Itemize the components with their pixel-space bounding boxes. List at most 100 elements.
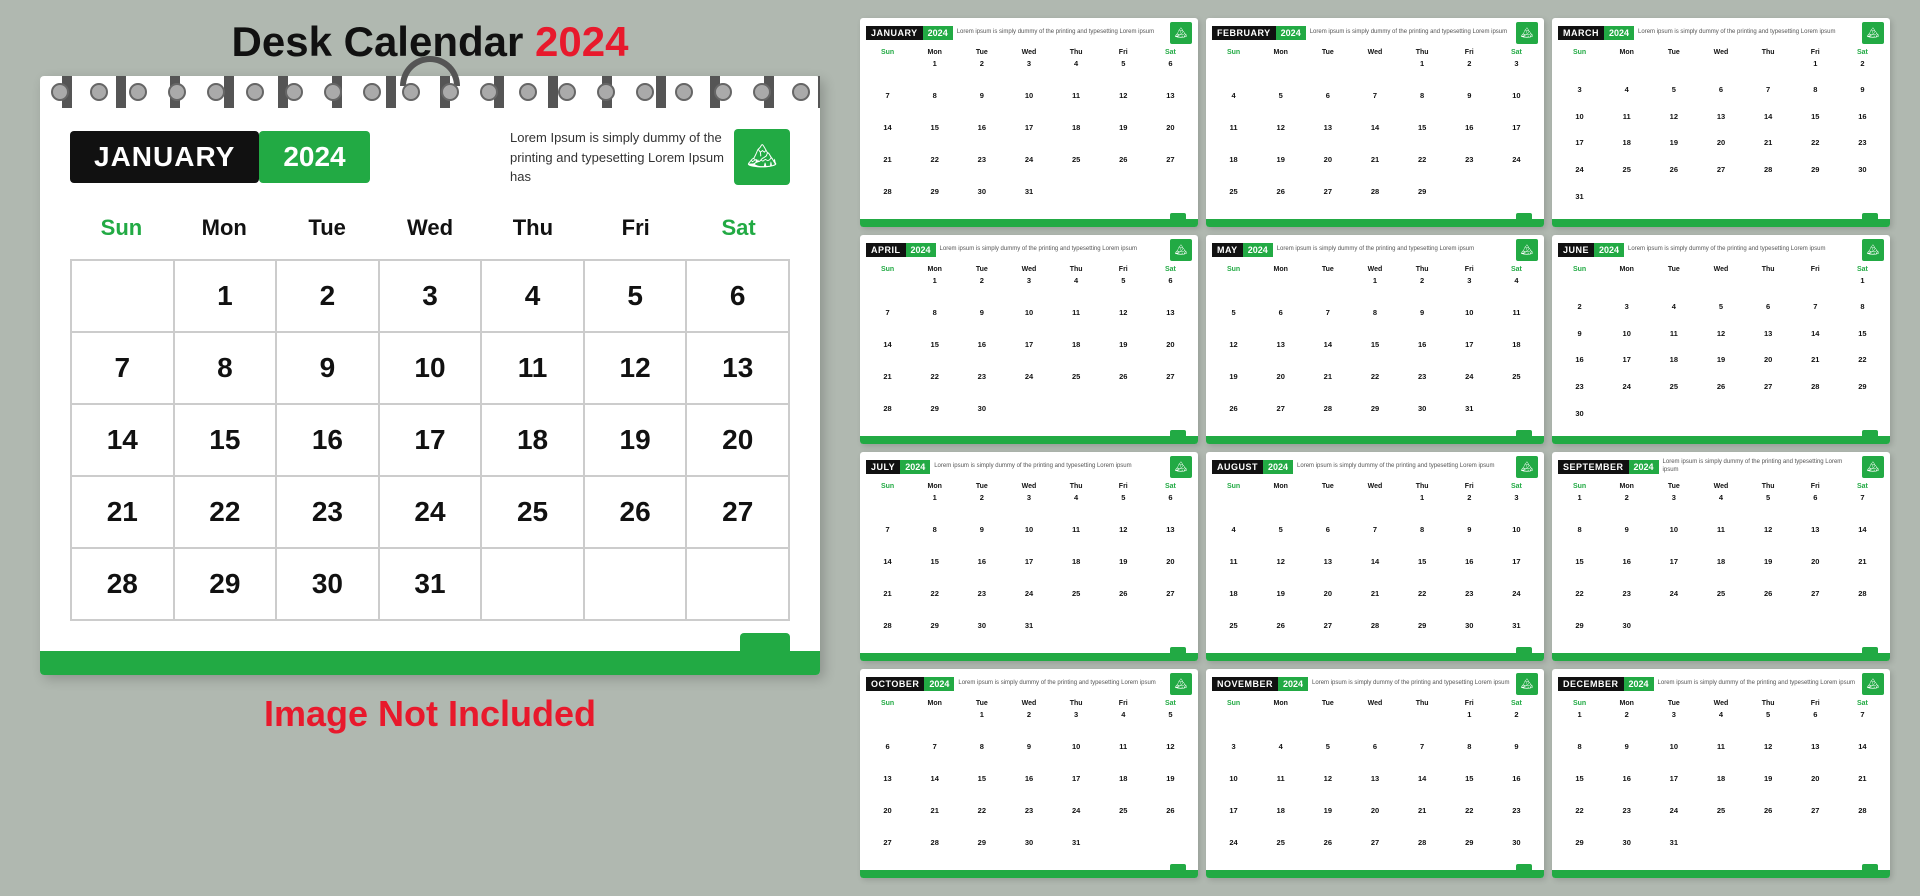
mini-cal-cell: 9 xyxy=(1839,84,1886,111)
mini-cal-cell: 12 xyxy=(1257,555,1304,587)
mini-cal-may: MAY 2024 Lorem ipsum is simply dummy of … xyxy=(1206,235,1544,444)
calendar-grid: 1234567891011121314151617181920212223242… xyxy=(70,259,790,621)
mini-cal-cell xyxy=(1399,708,1446,740)
mini-cal-cell: 9 xyxy=(1556,327,1603,354)
mini-day-header: Thu xyxy=(1053,482,1100,491)
mini-day-header: Wed xyxy=(1005,48,1052,57)
mini-day-header: Fri xyxy=(1100,482,1147,491)
mini-cal-cell: 19 xyxy=(1100,555,1147,587)
mini-cal-cell: 6 xyxy=(1697,84,1744,111)
mini-cal-cell: 27 xyxy=(1792,587,1839,619)
mini-lorem-text: Lorem ipsum is simply dummy of the print… xyxy=(930,461,1170,473)
cal-cell: 11 xyxy=(482,333,585,405)
mini-cal-cell: 9 xyxy=(1005,740,1052,772)
mini-cal-cell: 1 xyxy=(1399,491,1446,523)
mini-cal-cell: 3 xyxy=(1650,491,1697,523)
mini-cal-cell: 18 xyxy=(1053,121,1100,153)
cal-cell: 15 xyxy=(175,405,278,477)
mini-cal-cell: 14 xyxy=(1745,110,1792,137)
mini-day-header: Fri xyxy=(1446,699,1493,708)
mini-cal-cell xyxy=(1351,708,1398,740)
day-mon: Mon xyxy=(173,207,276,249)
mini-cal-cell: 24 xyxy=(1053,804,1100,836)
cal-cell: 2 xyxy=(277,261,380,333)
mini-cal-cell: 22 xyxy=(1399,587,1446,619)
mini-cal-cell: 2 xyxy=(1446,491,1493,523)
mini-cal-cell: 15 xyxy=(1839,327,1886,354)
mini-cal-cell: 1 xyxy=(1556,491,1603,523)
mini-cal-cell: 8 xyxy=(958,740,1005,772)
mini-cal-header: MARCH 2024 Lorem ipsum is simply dummy o… xyxy=(1552,18,1890,48)
mini-image-icon: 🏔 xyxy=(1516,239,1538,261)
mini-cal-cell: 7 xyxy=(1839,708,1886,740)
mini-cal-cell: 24 xyxy=(1005,587,1052,619)
mini-cal-cell: 31 xyxy=(1005,619,1052,651)
cal-cell: 12 xyxy=(585,333,688,405)
mini-cal-cell: 7 xyxy=(1351,89,1398,121)
mini-cal-cell: 23 xyxy=(1556,381,1603,408)
mini-cal-cell: 24 xyxy=(1556,164,1603,191)
mini-cal-august: AUGUST 2024 Lorem ipsum is simply dummy … xyxy=(1206,452,1544,661)
mini-cal-cell: 30 xyxy=(1603,836,1650,868)
mini-cal-cell: 8 xyxy=(911,89,958,121)
mini-cal-cell: 28 xyxy=(1792,381,1839,408)
mini-cal-june: JUNE 2024 Lorem ipsum is simply dummy of… xyxy=(1552,235,1890,444)
mini-cal-cell: 10 xyxy=(1446,306,1493,338)
mini-cal-cell: 8 xyxy=(1399,523,1446,555)
mini-cal-cell: 5 xyxy=(1210,306,1257,338)
mini-cal-cell: 8 xyxy=(1792,84,1839,111)
mini-cal-cell xyxy=(1304,708,1351,740)
mini-image-icon: 🏔 xyxy=(1862,22,1884,44)
calendar-card: JANUARY 2024 Lorem Ipsum is simply dummy… xyxy=(40,76,820,675)
mini-cal-cell: 22 xyxy=(1839,354,1886,381)
mini-day-header: Sun xyxy=(864,48,911,57)
mini-cal-cell: 25 xyxy=(1697,587,1744,619)
mini-cal-cell: 22 xyxy=(911,370,958,402)
mini-cal-cell xyxy=(864,274,911,306)
mini-cal-cell: 18 xyxy=(1603,137,1650,164)
mini-image-icon: 🏔 xyxy=(1170,456,1192,478)
mini-cal-header: MAY 2024 Lorem ipsum is simply dummy of … xyxy=(1206,235,1544,265)
cal-cell: 14 xyxy=(72,405,175,477)
mini-year-label: 2024 xyxy=(1624,677,1654,691)
mini-cal-cell: 21 xyxy=(864,370,911,402)
mini-cal-cell: 1 xyxy=(1556,708,1603,740)
mini-cal-cell: 29 xyxy=(1839,381,1886,408)
mini-cal-cell xyxy=(1650,190,1697,217)
mini-cal-cell: 20 xyxy=(1304,587,1351,619)
mini-calendars-grid: JANUARY 2024 Lorem ipsum is simply dummy… xyxy=(860,18,1890,878)
mini-day-header: Sat xyxy=(1839,48,1886,57)
spiral-hole xyxy=(51,83,69,101)
mini-cal-cell: 16 xyxy=(958,121,1005,153)
mini-cal-cell: 5 xyxy=(1697,301,1744,328)
mini-cal-cell: 3 xyxy=(1053,708,1100,740)
mini-cal-cell: 16 xyxy=(1556,354,1603,381)
mini-cal-cell: 9 xyxy=(1446,89,1493,121)
mini-cal-cell: 28 xyxy=(1745,164,1792,191)
mini-cal-cell: 20 xyxy=(1147,121,1194,153)
mini-cal-cell: 28 xyxy=(864,619,911,651)
mini-cal-cell: 22 xyxy=(911,153,958,185)
mini-cal-cell: 16 xyxy=(1603,555,1650,587)
mini-cal-cell: 13 xyxy=(1697,110,1744,137)
mini-cal-cell: 11 xyxy=(1210,555,1257,587)
mini-day-header: Fri xyxy=(1792,265,1839,274)
mini-cal-cell: 10 xyxy=(1053,740,1100,772)
mini-cal-cell xyxy=(1792,407,1839,434)
cal-header-row: JANUARY 2024 Lorem Ipsum is simply dummy… xyxy=(70,128,790,187)
mini-cal-cell: 22 xyxy=(911,587,958,619)
mini-cal-cell: 7 xyxy=(864,306,911,338)
mini-cal-cell: 14 xyxy=(1792,327,1839,354)
mini-year-label: 2024 xyxy=(900,460,930,474)
mini-cal-cell: 14 xyxy=(1304,338,1351,370)
day-sun: Sun xyxy=(70,207,173,249)
mini-cal-cell xyxy=(1792,619,1839,651)
mini-cal-cell: 21 xyxy=(1745,137,1792,164)
mini-cal-cell: 24 xyxy=(1005,370,1052,402)
mini-cal-header: OCTOBER 2024 Lorem ipsum is simply dummy… xyxy=(860,669,1198,699)
mini-cal-cell: 6 xyxy=(1257,306,1304,338)
mini-cal-cell: 2 xyxy=(958,274,1005,306)
mini-year-label: 2024 xyxy=(1629,460,1659,474)
mini-cal-cell: 26 xyxy=(1100,153,1147,185)
mini-cal-cell: 27 xyxy=(1792,804,1839,836)
